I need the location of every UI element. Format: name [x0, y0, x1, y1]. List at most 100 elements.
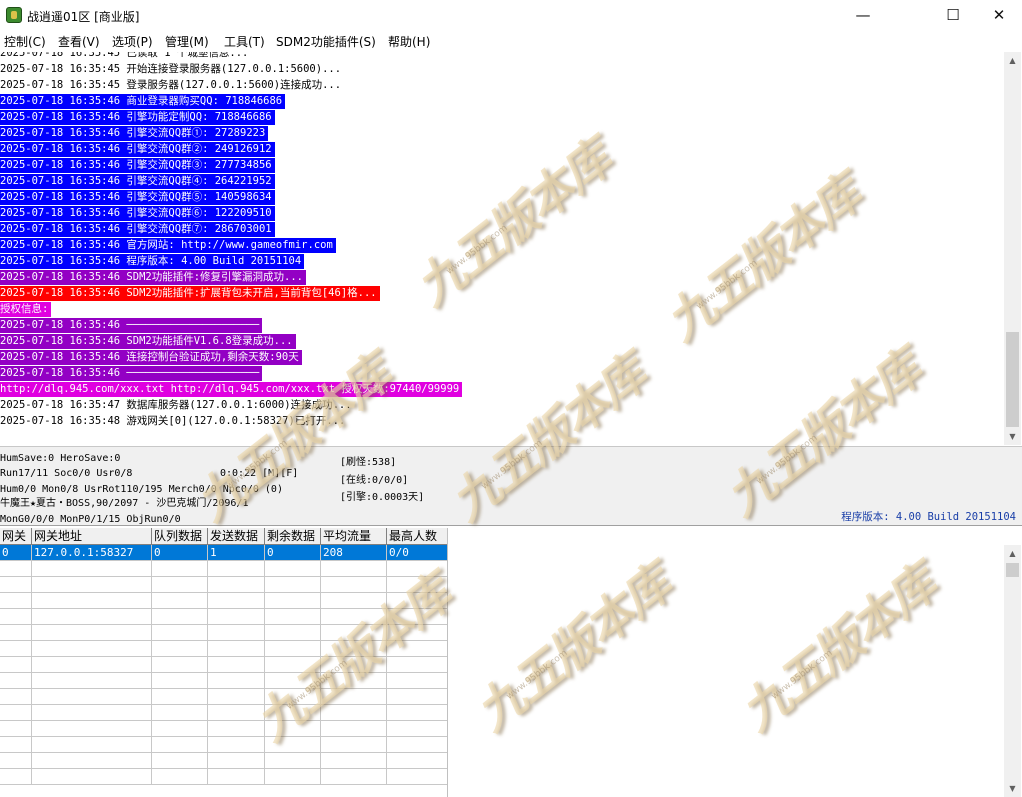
empty-cell[interactable]	[32, 673, 152, 689]
empty-cell[interactable]	[387, 625, 447, 641]
menu-options[interactable]: 选项(P)	[112, 33, 153, 50]
empty-cell[interactable]	[321, 689, 387, 705]
empty-cell[interactable]	[0, 737, 32, 753]
close-button[interactable]: ✕	[976, 0, 1022, 31]
empty-cell[interactable]	[265, 561, 321, 577]
empty-cell[interactable]	[0, 769, 32, 785]
menu-help[interactable]: 帮助(H)	[388, 33, 430, 50]
empty-cell[interactable]	[0, 673, 32, 689]
menu-tools[interactable]: 工具(T)	[224, 33, 265, 50]
empty-cell[interactable]	[208, 673, 265, 689]
empty-cell[interactable]	[208, 737, 265, 753]
empty-cell[interactable]	[321, 769, 387, 785]
empty-cell[interactable]	[387, 673, 447, 689]
scroll-thumb[interactable]	[1006, 332, 1019, 427]
empty-cell[interactable]	[152, 593, 208, 609]
menu-sdm2-plugin[interactable]: SDM2功能插件(S)	[276, 33, 376, 50]
maximize-button[interactable]: ☐	[930, 0, 976, 31]
empty-cell[interactable]	[32, 577, 152, 593]
empty-cell[interactable]	[265, 625, 321, 641]
menu-manage[interactable]: 管理(M)	[165, 33, 209, 50]
empty-cell[interactable]	[152, 561, 208, 577]
empty-cell[interactable]	[32, 753, 152, 769]
minimize-button[interactable]: —	[840, 0, 886, 31]
empty-cell[interactable]	[208, 625, 265, 641]
empty-cell[interactable]	[321, 593, 387, 609]
column-header[interactable]: 队列数据	[152, 528, 208, 545]
scroll-up-arrow-icon[interactable]: ▲	[1004, 52, 1021, 69]
column-header[interactable]: 最高人数	[387, 528, 447, 545]
empty-cell[interactable]	[208, 657, 265, 673]
empty-cell[interactable]	[0, 641, 32, 657]
empty-cell[interactable]	[0, 609, 32, 625]
empty-cell[interactable]	[32, 593, 152, 609]
empty-cell[interactable]	[0, 561, 32, 577]
empty-cell[interactable]	[387, 689, 447, 705]
empty-cell[interactable]	[265, 705, 321, 721]
empty-cell[interactable]	[265, 737, 321, 753]
empty-cell[interactable]	[0, 625, 32, 641]
column-header[interactable]: 发送数据	[208, 528, 265, 545]
empty-cell[interactable]	[387, 657, 447, 673]
empty-cell[interactable]	[32, 657, 152, 673]
empty-cell[interactable]	[152, 753, 208, 769]
empty-cell[interactable]	[321, 609, 387, 625]
table-cell[interactable]: 1	[208, 545, 265, 561]
column-header[interactable]: 剩余数据	[265, 528, 321, 545]
table-cell[interactable]: 0	[0, 545, 32, 561]
log-panel[interactable]: 2025-07-18 16:35:45 已读取 1 个城堡信息... 2025-0…	[0, 52, 1004, 445]
empty-cell[interactable]	[321, 625, 387, 641]
empty-cell[interactable]	[32, 737, 152, 753]
table-cell[interactable]: 127.0.0.1:58327	[32, 545, 152, 561]
empty-cell[interactable]	[321, 673, 387, 689]
empty-cell[interactable]	[265, 689, 321, 705]
table-scrollbar[interactable]: ▲ ▼	[1004, 545, 1021, 797]
empty-cell[interactable]	[208, 561, 265, 577]
empty-cell[interactable]	[152, 705, 208, 721]
table-cell[interactable]: 0	[265, 545, 321, 561]
empty-cell[interactable]	[32, 705, 152, 721]
empty-cell[interactable]	[208, 577, 265, 593]
empty-cell[interactable]	[208, 641, 265, 657]
empty-cell[interactable]	[321, 657, 387, 673]
empty-cell[interactable]	[32, 561, 152, 577]
empty-cell[interactable]	[32, 641, 152, 657]
empty-cell[interactable]	[208, 609, 265, 625]
empty-cell[interactable]	[321, 737, 387, 753]
table-scroll-thumb[interactable]	[1006, 563, 1019, 577]
scroll-down-arrow-icon[interactable]: ▼	[1004, 428, 1021, 445]
empty-cell[interactable]	[152, 577, 208, 593]
empty-cell[interactable]	[265, 673, 321, 689]
empty-cell[interactable]	[0, 721, 32, 737]
empty-cell[interactable]	[265, 577, 321, 593]
empty-cell[interactable]	[152, 689, 208, 705]
empty-cell[interactable]	[387, 721, 447, 737]
empty-cell[interactable]	[32, 721, 152, 737]
menu-view[interactable]: 查看(V)	[58, 33, 100, 50]
empty-cell[interactable]	[152, 673, 208, 689]
empty-cell[interactable]	[152, 721, 208, 737]
empty-cell[interactable]	[387, 609, 447, 625]
empty-cell[interactable]	[152, 737, 208, 753]
empty-cell[interactable]	[0, 593, 32, 609]
empty-cell[interactable]	[32, 625, 152, 641]
empty-cell[interactable]	[321, 753, 387, 769]
empty-cell[interactable]	[208, 689, 265, 705]
empty-cell[interactable]	[152, 625, 208, 641]
empty-cell[interactable]	[152, 609, 208, 625]
empty-cell[interactable]	[387, 641, 447, 657]
table-cell[interactable]: 208	[321, 545, 387, 561]
empty-cell[interactable]	[208, 593, 265, 609]
empty-cell[interactable]	[387, 737, 447, 753]
empty-cell[interactable]	[265, 641, 321, 657]
log-scrollbar[interactable]: ▲ ▼	[1004, 52, 1021, 445]
menu-control[interactable]: 控制(C)	[4, 33, 46, 50]
empty-cell[interactable]	[0, 705, 32, 721]
empty-cell[interactable]	[387, 705, 447, 721]
empty-cell[interactable]	[265, 753, 321, 769]
empty-cell[interactable]	[387, 753, 447, 769]
table-scroll-up-icon[interactable]: ▲	[1004, 545, 1021, 562]
empty-cell[interactable]	[0, 657, 32, 673]
empty-cell[interactable]	[387, 577, 447, 593]
table-cell[interactable]: 0	[152, 545, 208, 561]
